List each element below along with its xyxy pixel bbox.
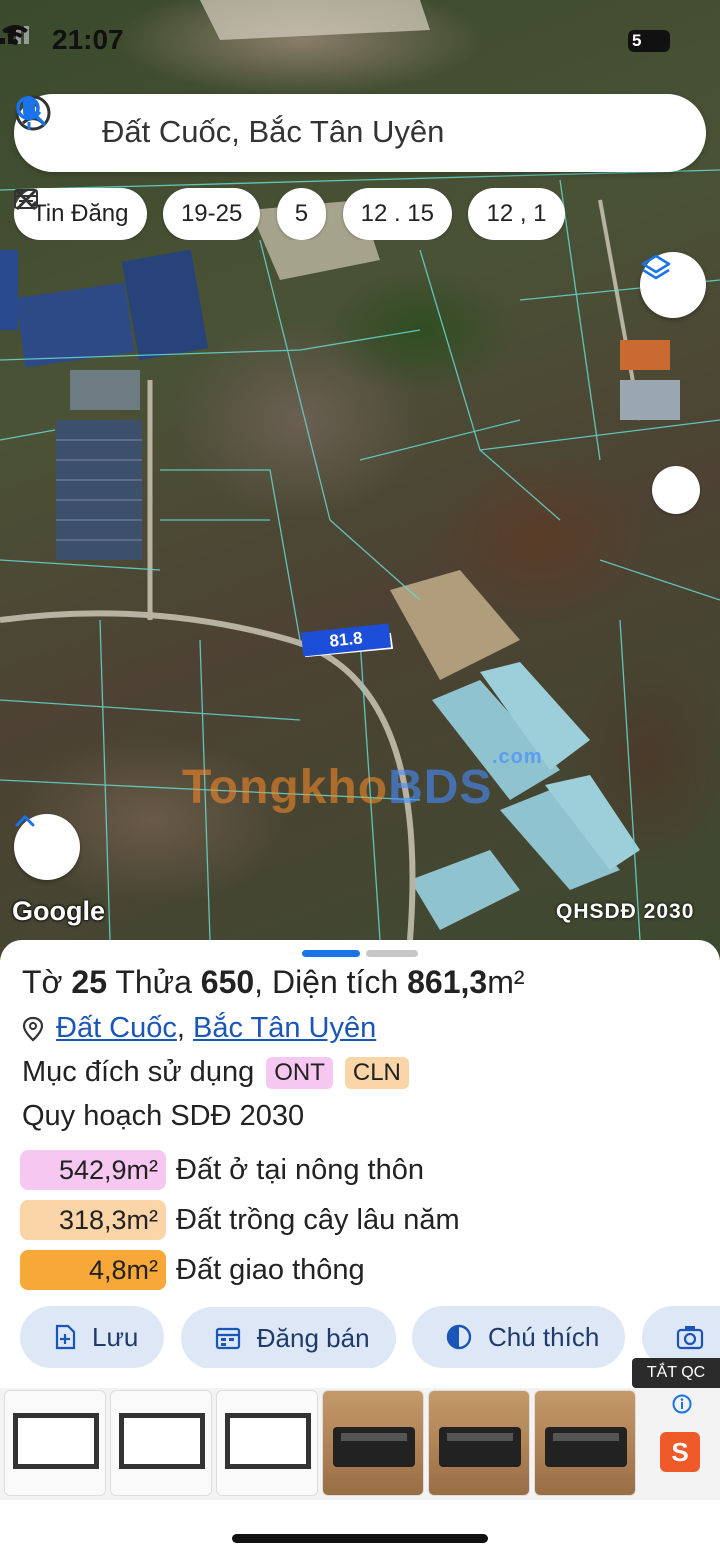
ad-product-image[interactable] <box>4 1390 106 1496</box>
microphone-icon[interactable] <box>14 94 44 134</box>
chip-filter[interactable]: 19-25 <box>16 188 261 240</box>
parcel-sheet[interactable]: Tờ 25 Thửa 650, Diện tích 861,3m² Đất Cu… <box>0 940 720 1557</box>
tool-icon <box>16 189 37 210</box>
close-ads-button[interactable]: TẮT QC <box>632 1358 720 1388</box>
area-type-label: Đất ở tại nông thôn <box>176 1153 424 1186</box>
info-icon[interactable] <box>672 1394 692 1414</box>
chip-label: 19-25 <box>180 200 243 227</box>
parcel-location: Đất Cuốc, Bắc Tân Uyên <box>22 1012 376 1045</box>
location-district-link[interactable]: Bắc Tân Uyên <box>193 1012 376 1045</box>
area-row: 318,3m² Đất trồng cây lâu năm <box>20 1200 460 1240</box>
sheet-handle-active[interactable] <box>302 950 360 957</box>
watermark: TongkhoBDS .com <box>182 746 542 815</box>
ad-product-image[interactable] <box>428 1390 530 1496</box>
chip-filter[interactable]: 12 . 15 <box>16 188 453 240</box>
camera-icon <box>676 1326 703 1350</box>
area-value-badge: 318,3m² <box>20 1200 166 1240</box>
watermark-brand: Tongkho <box>182 761 389 814</box>
wifi-icon <box>2 25 28 45</box>
contrast-icon <box>446 1324 472 1350</box>
save-label: Lưu <box>92 1321 139 1352</box>
area-row: 4,8m² Đất giao thông <box>20 1250 365 1290</box>
legend-label: Chú thích <box>488 1321 600 1352</box>
area-value: 861,3 <box>407 964 488 1000</box>
chip-label: Tin Đăng <box>32 200 129 227</box>
ad-banner[interactable]: S <box>0 1388 720 1500</box>
purpose-tag-cln: CLN <box>344 1056 409 1089</box>
plan-label: Quy hoạch SDĐ 2030 <box>22 1100 305 1132</box>
chevron-up-icon <box>15 814 35 827</box>
save-icon <box>55 1324 76 1350</box>
thua-label: Thửa <box>115 964 192 1000</box>
area-unit: m² <box>487 964 525 1000</box>
filter-chips: Tin Đăng 19-25 5 12 . 15 12 , 1 <box>14 188 720 240</box>
area-label: , Diện tích <box>254 964 399 1000</box>
location-separator: , <box>176 1012 185 1044</box>
post-sale-button[interactable]: Đăng bán <box>180 1307 396 1368</box>
home-indicator[interactable] <box>232 1534 488 1543</box>
area-value-badge: 4,8m² <box>20 1250 166 1290</box>
watermark-brand2: BDS <box>388 761 493 814</box>
parcel-title: Tờ 25 Thửa 650, Diện tích 861,3m² <box>22 964 525 1001</box>
chip-label: 12 , 1 <box>486 200 547 227</box>
ad-product-image[interactable] <box>534 1390 636 1496</box>
to-label: Tờ <box>22 964 63 1000</box>
overlay-label: QHSDĐ 2030 <box>556 900 695 923</box>
status-bar: 21:07 5 <box>0 22 720 62</box>
clock: 21:07 <box>52 24 124 55</box>
calendar-icon <box>215 1327 240 1350</box>
chip-filter[interactable]: 12 , 1 <box>16 188 565 240</box>
area-type-label: Đất trồng cây lâu năm <box>176 1203 460 1236</box>
location-pin-icon <box>22 1016 44 1041</box>
action-buttons: Lưu Đăng bán Chú thích C <box>20 1306 720 1368</box>
ad-product-image[interactable] <box>322 1390 424 1496</box>
map-view[interactable]: 21:07 5 Đất Cuốc, Bắc Tân Uyên Tin Đăng … <box>0 0 720 960</box>
thua-value: 650 <box>200 964 255 1000</box>
chip-label: 12 . 15 <box>360 200 435 227</box>
search-input[interactable]: Đất Cuốc, Bắc Tân Uyên <box>102 114 444 150</box>
save-button[interactable]: Lưu <box>20 1306 165 1368</box>
battery-indicator: 5 <box>628 30 670 52</box>
purpose-row: Mục đích sử dụng ONT CLN <box>22 1056 409 1089</box>
location-ward-link[interactable]: Đất Cuốc <box>56 1012 177 1045</box>
expand-up-button[interactable] <box>14 814 80 880</box>
ad-product-image[interactable] <box>216 1390 318 1496</box>
to-value: 25 <box>71 964 108 1000</box>
purpose-label: Mục đích sử dụng <box>22 1056 255 1088</box>
google-logo: Google <box>12 896 105 926</box>
watermark-suffix: .com <box>492 746 543 768</box>
map-control-dot[interactable] <box>652 466 700 514</box>
ad-product-image[interactable] <box>110 1390 212 1496</box>
layers-button[interactable] <box>640 252 706 318</box>
chip-label: 5 <box>294 200 309 227</box>
layers-icon <box>641 254 671 280</box>
post-sale-label: Đăng bán <box>256 1322 370 1353</box>
legend-button[interactable]: Chú thích <box>412 1306 626 1368</box>
area-row: 542,9m² Đất ở tại nông thôn <box>20 1150 424 1190</box>
chip-filter[interactable]: 5 <box>16 188 327 240</box>
area-value-badge: 542,9m² <box>20 1150 166 1190</box>
search-bar[interactable]: Đất Cuốc, Bắc Tân Uyên <box>14 94 706 172</box>
purpose-tag-ont: ONT <box>266 1056 333 1089</box>
area-type-label: Đất giao thông <box>176 1253 365 1286</box>
sheet-handle[interactable] <box>366 950 418 957</box>
shopee-bag-icon[interactable]: S <box>660 1432 700 1472</box>
